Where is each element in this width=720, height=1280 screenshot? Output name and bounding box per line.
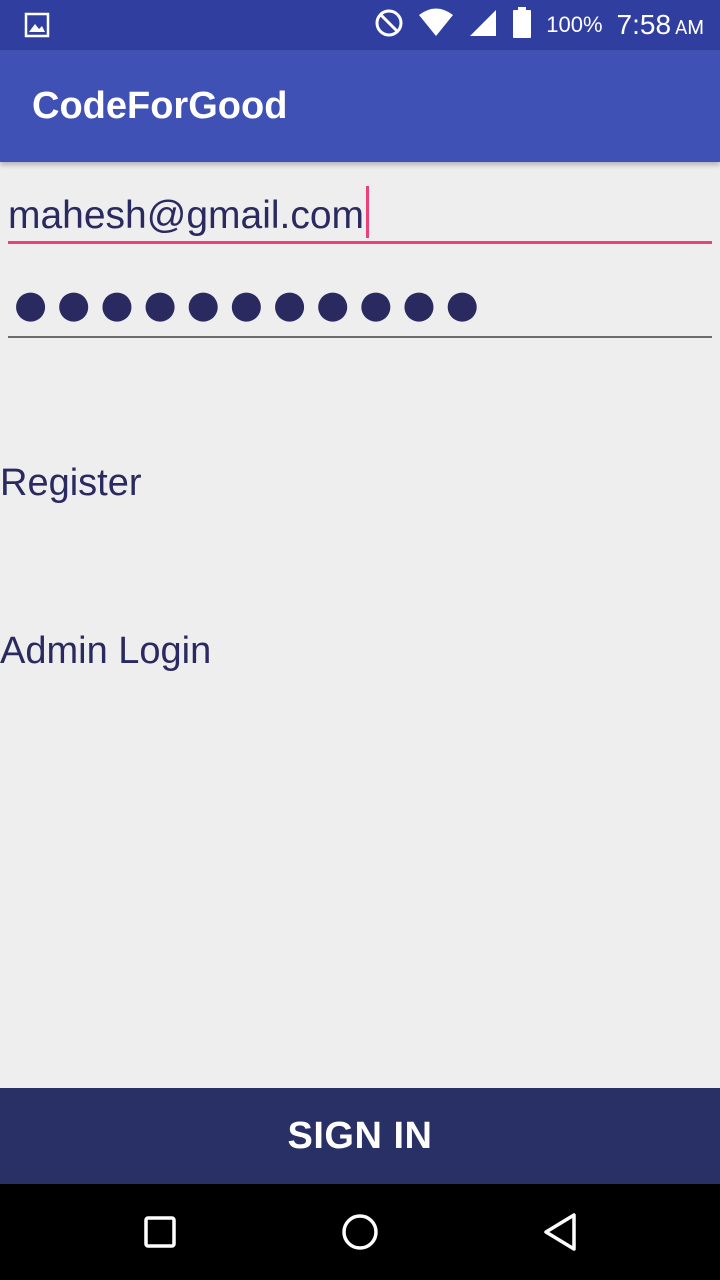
admin-login-link[interactable]: Admin Login [0, 630, 211, 673]
app-bar: CodeForGood [0, 50, 720, 162]
email-field[interactable]: mahesh@gmail.com [8, 176, 712, 244]
navigation-bar [0, 1184, 720, 1280]
battery-percent: 100% [546, 12, 603, 37]
clock-time: 7:58 [616, 9, 672, 40]
password-masked-value: ●●●●●●●●●●● [14, 282, 489, 326]
do-not-disturb-icon [374, 8, 404, 42]
status-icons: 100% 7:58 AM [374, 0, 704, 50]
register-link[interactable]: Register [0, 462, 142, 505]
wifi-icon [418, 8, 454, 42]
password-field[interactable]: ●●●●●●●●●●● [8, 276, 712, 338]
sign-in-button[interactable]: SIGN IN [0, 1088, 720, 1184]
back-icon[interactable] [530, 1202, 590, 1262]
text-cursor [366, 186, 370, 238]
app-title: CodeForGood [32, 85, 288, 127]
login-screen: 100% 7:58 AM CodeForGood mahesh@gmail.com… [0, 0, 720, 1280]
status-bar: 100% 7:58 AM [0, 0, 720, 50]
clock: 7:58 AM [617, 9, 704, 41]
home-icon[interactable] [330, 1202, 390, 1262]
email-value-text: mahesh@gmail.com [8, 194, 365, 237]
battery-icon [512, 7, 532, 43]
cell-signal-icon [468, 8, 498, 42]
email-input-value[interactable]: mahesh@gmail.com [8, 186, 370, 238]
image-notification-icon [24, 12, 50, 38]
recent-apps-icon[interactable] [130, 1202, 190, 1262]
clock-ampm: AM [675, 16, 704, 39]
